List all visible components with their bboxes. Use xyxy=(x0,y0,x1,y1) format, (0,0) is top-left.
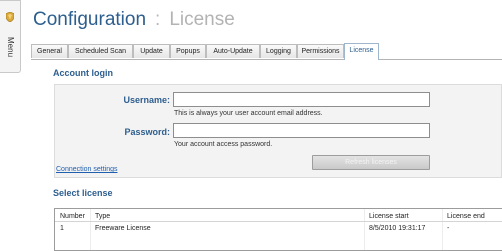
tab-strip: General Scheduled Scan Update Popups Aut… xyxy=(31,43,502,60)
select-license-heading: Select license xyxy=(53,188,113,198)
connection-settings-link[interactable]: Connection settings xyxy=(56,166,117,173)
refresh-licenses-button[interactable]: Refresh licenses xyxy=(312,155,430,170)
account-login-heading: Account login xyxy=(53,68,113,78)
page-subtitle: License xyxy=(169,9,235,30)
title-separator: : xyxy=(155,9,161,30)
menu-label: Menu xyxy=(6,36,15,57)
account-login-box: Username: This is always your user accou… xyxy=(54,84,502,178)
license-row-type[interactable]: Freeware License xyxy=(92,223,362,234)
side-menu-rail: Menu xyxy=(0,0,22,251)
column-header-license-start[interactable]: License start xyxy=(366,211,442,222)
column-header-type[interactable]: Type xyxy=(92,211,362,222)
license-row-start[interactable]: 8/5/2010 19:31:17 xyxy=(366,223,442,234)
username-hint: This is always your user account email a… xyxy=(174,110,323,117)
tab-auto-update[interactable]: Auto-Update xyxy=(206,44,260,58)
license-table[interactable]: Number Type License start License end 1 … xyxy=(54,208,502,251)
tab-permissions[interactable]: Permissions xyxy=(297,44,344,58)
shield-icon xyxy=(6,12,14,22)
column-divider xyxy=(442,209,443,250)
tab-general[interactable]: General xyxy=(31,44,68,58)
column-header-license-end[interactable]: License end xyxy=(444,211,502,222)
page-header: Configuration: License xyxy=(33,7,235,33)
column-header-number[interactable]: Number xyxy=(57,211,90,222)
password-label: Password: xyxy=(124,127,170,137)
tab-license[interactable]: License xyxy=(344,43,379,60)
password-input[interactable] xyxy=(173,123,430,138)
tab-update[interactable]: Update xyxy=(133,44,170,58)
license-panel: Account login Username: This is always y… xyxy=(38,60,502,251)
username-label: Username: xyxy=(123,95,170,105)
password-hint: Your account access password. xyxy=(174,141,273,148)
side-menu-tab[interactable]: Menu xyxy=(0,0,21,73)
license-row-end[interactable]: - xyxy=(444,223,502,234)
tab-logging[interactable]: Logging xyxy=(260,44,297,58)
username-input[interactable] xyxy=(173,92,430,107)
page-title: Configuration xyxy=(33,9,147,30)
license-row-number[interactable]: 1 xyxy=(57,223,90,234)
tab-scheduled-scan[interactable]: Scheduled Scan xyxy=(68,44,133,58)
tab-popups[interactable]: Popups xyxy=(170,44,206,58)
column-divider xyxy=(364,209,365,250)
column-divider xyxy=(90,209,91,250)
